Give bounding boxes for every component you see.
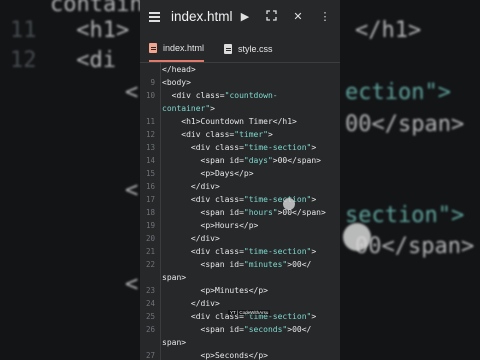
code-text: <p>Hours</p> [162, 221, 259, 230]
code-text: span> [162, 273, 187, 282]
bg-code-line: < [125, 272, 139, 297]
code-line: 24 </div> [140, 297, 340, 310]
code-editor[interactable]: </head> 9 <body> 10 <div class="countdown-c… [140, 62, 340, 360]
bg-code-fragment: </h1> [355, 18, 422, 43]
line-number: 24 [145, 299, 155, 308]
code-text: <p>Minutes</p> [162, 286, 268, 295]
line-number: 25 [145, 312, 155, 321]
line-number: 12 [145, 130, 155, 139]
code-line: 15 <p>Days</p> [140, 167, 340, 180]
line-number: 17 [145, 195, 155, 204]
code-text: <div class="countdown- [162, 91, 278, 100]
code-line: 20 </div> [140, 232, 340, 245]
code-text: <body> [162, 78, 191, 87]
code-text: <p>Days</p> [162, 169, 254, 178]
code-text: <div class="time-section"> [162, 247, 317, 256]
line-number: 16 [145, 182, 155, 191]
menu-icon[interactable] [149, 12, 160, 22]
code-line: 12 <div class="timer"> [140, 128, 340, 141]
code-line: 11 <h1>Countdown Timer</h1> [140, 115, 340, 128]
code-text: <span id="seconds">00</ [162, 325, 312, 334]
tab-style-css[interactable]: style.css [224, 36, 273, 62]
code-text: <h1>Countdown Timer</h1> [162, 117, 297, 126]
touch-indicator [343, 223, 371, 251]
code-line: </head> [140, 63, 340, 76]
line-number: 21 [145, 247, 155, 256]
code-line: 13 <div class="time-section"> [140, 141, 340, 154]
file-tabs: index.html style.css [140, 36, 340, 62]
bg-code-line: < [125, 80, 139, 105]
tab-label: index.html [163, 43, 205, 53]
code-text: <span id="minutes">00</ [162, 260, 312, 269]
line-number: 14 [145, 156, 155, 165]
code-text: container"> [162, 104, 215, 113]
code-line: 17 <div class="time-section"> [140, 193, 340, 206]
code-line: 9 <body> [140, 76, 340, 89]
code-line: 19 <p>Hours</p> [140, 219, 340, 232]
play-icon[interactable]: ▶ [238, 10, 252, 24]
bg-code-fragment: ection"> [345, 80, 451, 105]
tab-index-html[interactable]: index.html [149, 36, 205, 62]
code-line: 14 <span id="days">00</span> [140, 154, 340, 167]
line-number: 19 [145, 221, 155, 230]
line-number: 27 [145, 351, 155, 360]
watermark: YT | CodeWithArsu [228, 310, 271, 315]
code-line: 21 <div class="time-section"> [140, 245, 340, 258]
code-text: </div> [162, 299, 220, 308]
line-number: 20 [145, 234, 155, 243]
line-number: 22 [145, 260, 155, 269]
code-line: 10 <div class="countdown- [140, 89, 340, 102]
code-line: 26 <span id="seconds">00</ [140, 323, 340, 336]
line-number: 15 [145, 169, 155, 178]
line-number: 18 [145, 208, 155, 217]
line-number: 26 [145, 325, 155, 334]
code-line: 22 <span id="minutes">00</ [140, 258, 340, 271]
fullscreen-icon[interactable] [264, 10, 278, 24]
code-text: span> [162, 338, 187, 347]
code-text: <div class="time-section"> [162, 143, 317, 152]
line-number: 11 [145, 117, 155, 126]
line-number: 13 [145, 143, 155, 152]
code-line: 27 <p>Seconds</p> [140, 349, 340, 360]
code-text: </head> [162, 65, 196, 74]
bg-code-line: < [125, 178, 139, 203]
bg-code-line: 12 <di [10, 48, 116, 73]
line-number: 10 [145, 91, 155, 100]
touch-indicator [283, 198, 295, 210]
file-title: index.html [171, 9, 233, 24]
code-text: <span id="hours">00</span> [162, 208, 326, 217]
bg-code-line: 11 <h1> [10, 18, 130, 43]
code-line: span> [140, 336, 340, 349]
app-toolbar: index.html ▶ ✕ ⋮ [140, 0, 340, 36]
code-text: </div> [162, 234, 220, 243]
code-text: <span id="days">00</span> [162, 156, 321, 165]
code-line: 18 <span id="hours">00</span> [140, 206, 340, 219]
code-line: span> [140, 271, 340, 284]
tab-label: style.css [238, 44, 273, 54]
more-vert-icon[interactable]: ⋮ [318, 10, 332, 24]
code-text: <p>Seconds</p> [162, 351, 268, 360]
code-line: container"> [140, 102, 340, 115]
html-file-icon [149, 43, 157, 53]
line-number: 23 [145, 286, 155, 295]
phone-screen: index.html ▶ ✕ ⋮ index.html style.css </… [140, 0, 340, 360]
code-line: 16 </div> [140, 180, 340, 193]
code-text: </div> [162, 182, 220, 191]
bg-code-fragment: 00</span> [355, 234, 475, 259]
bg-code-fragment: 00</span> [345, 112, 465, 137]
css-file-icon [224, 44, 232, 54]
code-text: <div class="timer"> [162, 130, 273, 139]
line-number: 9 [150, 78, 155, 87]
code-line: 23 <p>Minutes</p> [140, 284, 340, 297]
close-icon[interactable]: ✕ [291, 10, 305, 24]
